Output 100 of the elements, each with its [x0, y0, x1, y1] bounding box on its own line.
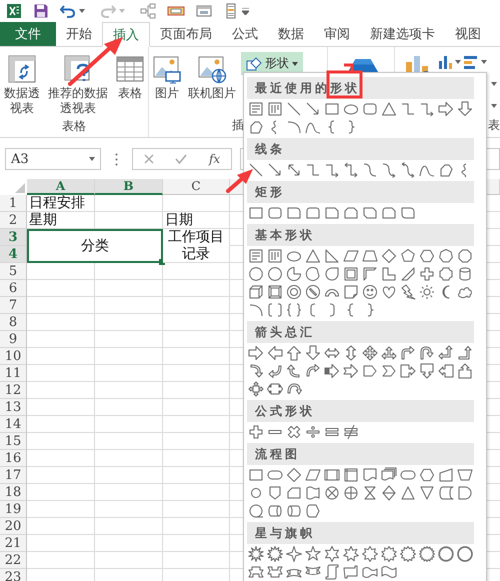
- row-header[interactable]: 1: [0, 195, 27, 212]
- caret-icon[interactable]: [481, 60, 487, 64]
- punchedtape-icon[interactable]: [305, 485, 321, 501]
- rectangle-icon[interactable]: [248, 467, 264, 483]
- save-icon[interactable]: [33, 3, 49, 19]
- extract-icon[interactable]: [400, 485, 416, 501]
- insert-function-button[interactable]: fx: [208, 152, 220, 166]
- quadarrow-icon[interactable]: [362, 345, 378, 361]
- bracketpair-icon[interactable]: [267, 302, 283, 318]
- rectangle-icon[interactable]: [324, 101, 340, 117]
- leftrightup-icon[interactable]: [381, 345, 397, 361]
- collate-icon[interactable]: [362, 485, 378, 501]
- rightarrow-icon[interactable]: [438, 101, 454, 117]
- row-header[interactable]: 14: [0, 416, 27, 433]
- doublewave-icon[interactable]: [381, 564, 397, 580]
- ribbon-tab[interactable]: 数据: [268, 22, 314, 46]
- diagram-icon[interactable]: [140, 3, 156, 19]
- triangle-icon[interactable]: [305, 248, 321, 264]
- lightning-icon[interactable]: [400, 284, 416, 300]
- file-tab[interactable]: 文件: [0, 22, 56, 46]
- wave-icon[interactable]: [362, 564, 378, 580]
- diagonalstripe-icon[interactable]: [400, 266, 416, 282]
- bracepair-icon[interactable]: [286, 302, 302, 318]
- doublearrow-icon[interactable]: [286, 162, 302, 178]
- divide-icon[interactable]: [305, 424, 321, 440]
- ribbon-button[interactable]: 联机图片: [185, 52, 239, 117]
- donut-icon[interactable]: [286, 284, 302, 300]
- row-header[interactable]: 22: [0, 552, 27, 569]
- stripedarrow-icon[interactable]: [324, 363, 340, 379]
- row-header[interactable]: 21: [0, 535, 27, 552]
- star32-icon[interactable]: [457, 546, 473, 562]
- pentarrow-icon[interactable]: [362, 363, 378, 379]
- caret-icon[interactable]: [491, 104, 497, 108]
- undo-icon[interactable]: [60, 3, 76, 19]
- ribbondown-icon[interactable]: [267, 564, 283, 580]
- explosion-icon[interactable]: [248, 546, 264, 562]
- manualop-icon[interactable]: [457, 467, 473, 483]
- leftarrow-icon[interactable]: [267, 345, 283, 361]
- row-header[interactable]: 15: [0, 433, 27, 450]
- curveddown-icon[interactable]: [305, 363, 321, 379]
- roundrect-icon[interactable]: [362, 101, 378, 117]
- diamond-icon[interactable]: [381, 248, 397, 264]
- cross-icon[interactable]: [419, 266, 435, 282]
- window-icon[interactable]: [196, 3, 212, 19]
- horizontal-bar-chart-icon[interactable]: [463, 54, 479, 70]
- orjunction-icon[interactable]: [343, 485, 359, 501]
- star7-icon[interactable]: [343, 546, 359, 562]
- row-header[interactable]: 8: [0, 314, 27, 331]
- leftrightcallout-icon[interactable]: [267, 381, 283, 397]
- merge-icon[interactable]: [419, 485, 435, 501]
- leftcallout-icon[interactable]: [438, 363, 454, 379]
- grip-icon[interactable]: [115, 152, 118, 166]
- frame-icon[interactable]: [343, 266, 359, 282]
- righttriangle-icon[interactable]: [324, 248, 340, 264]
- arrowline-icon[interactable]: [305, 101, 321, 117]
- leftrightarrow-icon[interactable]: [324, 345, 340, 361]
- curvedarrow-icon[interactable]: [381, 162, 397, 178]
- downcallout-icon[interactable]: [419, 363, 435, 379]
- textbox-icon[interactable]: [248, 101, 264, 117]
- ribbonup-icon[interactable]: [248, 564, 264, 580]
- star12-icon[interactable]: [400, 546, 416, 562]
- column-header[interactable]: C: [163, 179, 230, 195]
- rightcallout-icon[interactable]: [400, 363, 416, 379]
- curveddouble-icon[interactable]: [400, 162, 416, 178]
- snipdiagonal-icon[interactable]: [362, 205, 378, 221]
- offpage-icon[interactable]: [267, 485, 283, 501]
- delay-icon[interactable]: [457, 485, 473, 501]
- row-header[interactable]: 7: [0, 297, 27, 314]
- row-header[interactable]: 19: [0, 501, 27, 518]
- sort-icon[interactable]: [381, 485, 397, 501]
- row-header[interactable]: 3: [0, 229, 27, 246]
- ribbon-button[interactable]: 数据透视表: [0, 52, 44, 118]
- bevel-icon[interactable]: [267, 284, 283, 300]
- line-icon[interactable]: [286, 101, 302, 117]
- predefined-icon[interactable]: [324, 467, 340, 483]
- internal-icon[interactable]: [343, 467, 359, 483]
- verticalscroll-icon[interactable]: [324, 564, 340, 580]
- star6-icon[interactable]: [324, 546, 340, 562]
- rounddiagonal-icon[interactable]: [400, 205, 416, 221]
- snipsame-icon[interactable]: [343, 205, 359, 221]
- ribbon-tab[interactable]: 视图: [445, 22, 491, 46]
- downarrow-icon[interactable]: [457, 101, 473, 117]
- curvedleft-icon[interactable]: [267, 363, 283, 379]
- octagon-icon[interactable]: [457, 248, 473, 264]
- row-header[interactable]: 16: [0, 450, 27, 467]
- rectangle-icon[interactable]: [248, 205, 264, 221]
- smiley-icon[interactable]: [362, 284, 378, 300]
- star8-icon[interactable]: [362, 546, 378, 562]
- row-header[interactable]: 20: [0, 518, 27, 535]
- bentup-icon[interactable]: [457, 345, 473, 361]
- card-icon[interactable]: [286, 485, 302, 501]
- ribbon-tab[interactable]: 页面布局: [150, 22, 222, 46]
- bentarrow-icon[interactable]: [400, 345, 416, 361]
- pie-icon[interactable]: [286, 266, 302, 282]
- cube-icon[interactable]: [248, 284, 264, 300]
- elbow-icon[interactable]: [305, 162, 321, 178]
- multiply-icon[interactable]: [286, 424, 302, 440]
- row-header[interactable]: 17: [0, 467, 27, 484]
- vtextbox-icon[interactable]: [267, 101, 283, 117]
- horizontalscroll-icon[interactable]: [343, 564, 359, 580]
